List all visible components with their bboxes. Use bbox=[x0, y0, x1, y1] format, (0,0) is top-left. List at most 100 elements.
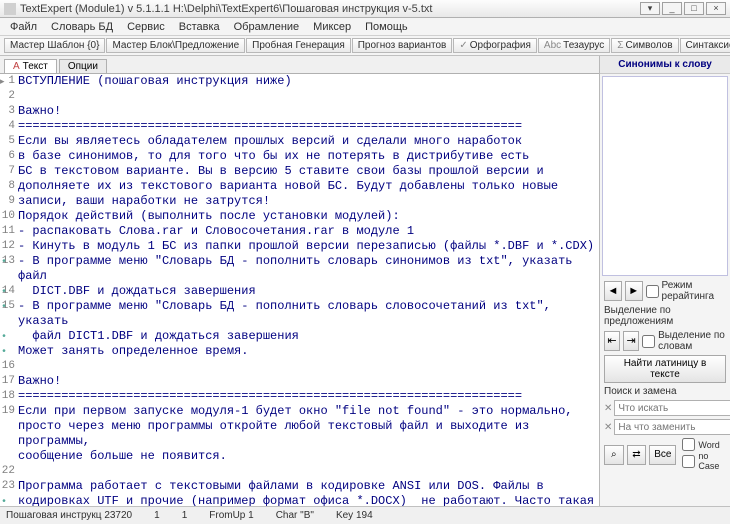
gutter: 7 bbox=[0, 164, 18, 179]
editor-line[interactable]: кодировках UTF и прочие (например формат… bbox=[0, 494, 599, 506]
editor-line[interactable]: файл DICT1.DBF и дождаться завершения bbox=[0, 329, 599, 344]
minimize-button[interactable]: _ bbox=[662, 2, 682, 15]
menu-сервис[interactable]: Сервис bbox=[121, 20, 171, 34]
sentence-next-button[interactable]: ⇥ bbox=[623, 331, 639, 351]
line-text[interactable] bbox=[18, 359, 599, 374]
toolbar: Мастер Шаблон {0}Мастер Блок\Предложение… bbox=[0, 36, 730, 56]
line-text[interactable]: DICT.DBF и дождаться завершения bbox=[18, 284, 599, 299]
editor-line[interactable]: сообщение больше не появится. bbox=[0, 449, 599, 464]
editor-line[interactable]: 8дополняете их из текстового варианта но… bbox=[0, 179, 599, 194]
menu-словарь бд[interactable]: Словарь БД bbox=[45, 20, 119, 34]
line-text[interactable]: кодировках UTF и прочие (например формат… bbox=[18, 494, 599, 506]
rewrite-mode-checkbox[interactable]: Режим рерайтинга bbox=[646, 280, 726, 302]
gutter: 8 bbox=[0, 179, 18, 194]
gutter: 19 bbox=[0, 404, 18, 419]
editor-line[interactable]: 14 DICT.DBF и дождаться завершения bbox=[0, 284, 599, 299]
editor-line[interactable]: 5Если вы являетесь обладателем прошлых в… bbox=[0, 134, 599, 149]
editor-line[interactable]: 11- распаковать Слова.rar и Словосочетан… bbox=[0, 224, 599, 239]
line-text[interactable]: - В программе меню "Словарь БД - пополни… bbox=[18, 254, 599, 284]
line-text[interactable]: в базе синонимов, то для того что бы их … bbox=[18, 149, 599, 164]
gutter: 14 bbox=[0, 284, 18, 299]
line-text[interactable] bbox=[18, 464, 599, 479]
editor-line[interactable]: 1ВСТУПЛЕНИЕ (пошаговая инструкция ниже) bbox=[0, 74, 599, 89]
clear-find-icon[interactable]: ✕ bbox=[604, 403, 612, 414]
menu-вставка[interactable]: Вставка bbox=[173, 20, 226, 34]
editor-line[interactable]: 12- Кинуть в модуль 1 БС из папки прошло… bbox=[0, 239, 599, 254]
editor-line[interactable]: 18======================================… bbox=[0, 389, 599, 404]
find-input[interactable] bbox=[614, 400, 730, 416]
editor-line[interactable]: 22 bbox=[0, 464, 599, 479]
line-text[interactable] bbox=[18, 89, 599, 104]
editor-line[interactable]: 3Важно! bbox=[0, 104, 599, 119]
tab-текст[interactable]: AТекст bbox=[4, 59, 57, 73]
menu-обрамление[interactable]: Обрамление bbox=[228, 20, 306, 34]
line-text[interactable]: - распаковать Слова.rar и Словосочетания… bbox=[18, 224, 599, 239]
toolbar-btn-2[interactable]: Пробная Генерация bbox=[246, 38, 351, 53]
toolbar-btn-1[interactable]: Мастер Блок\Предложение bbox=[106, 38, 245, 53]
line-text[interactable]: сообщение больше не появится. bbox=[18, 449, 599, 464]
editor-line[interactable]: просто через меню программы откройте люб… bbox=[0, 419, 599, 449]
toolbar-btn-3[interactable]: Прогноз вариантов bbox=[352, 38, 453, 53]
editor-line[interactable]: 2 bbox=[0, 89, 599, 104]
editor-area[interactable]: 1ВСТУПЛЕНИЕ (пошаговая инструкция ниже)2… bbox=[0, 74, 599, 506]
gutter bbox=[0, 419, 18, 449]
menu-миксер[interactable]: Миксер bbox=[307, 20, 357, 34]
line-text[interactable]: Порядок действий (выполнить после устано… bbox=[18, 209, 599, 224]
menu-файл[interactable]: Файл bbox=[4, 20, 43, 34]
editor-line[interactable]: Может занять определенное время. bbox=[0, 344, 599, 359]
dot-icon bbox=[0, 345, 11, 357]
editor-line[interactable]: 19Если при первом запуске модуля-1 будет… bbox=[0, 404, 599, 419]
line-text[interactable]: ========================================… bbox=[18, 119, 599, 134]
clear-replace-icon[interactable]: ✕ bbox=[604, 422, 612, 433]
editor-line[interactable]: 15- В программе меню "Словарь БД - попол… bbox=[0, 299, 599, 329]
line-text[interactable]: Если вы являетесь обладателем прошлых ве… bbox=[18, 134, 599, 149]
line-text[interactable]: Программа работает с текстовыми файлами … bbox=[18, 479, 599, 494]
editor-line[interactable]: 16 bbox=[0, 359, 599, 374]
whole-word-checkbox[interactable]: Word bbox=[682, 438, 726, 451]
find-latin-button[interactable]: Найти латиницу в тексте bbox=[604, 355, 726, 383]
replace-all-button[interactable]: Все bbox=[649, 445, 676, 465]
line-text[interactable]: файл DICT1.DBF и дождаться завершения bbox=[18, 329, 599, 344]
replace-action-button[interactable]: ⇄ bbox=[627, 445, 647, 465]
line-text[interactable]: Если при первом запуске модуля-1 будет о… bbox=[18, 404, 599, 419]
editor-line[interactable]: 4=======================================… bbox=[0, 119, 599, 134]
sentence-prev-button[interactable]: ⇤ bbox=[604, 331, 620, 351]
line-text[interactable]: - В программе меню "Словарь БД - пополни… bbox=[18, 299, 599, 329]
select-word-checkbox[interactable]: Выделение по словам bbox=[642, 330, 726, 352]
editor-line[interactable]: 6в базе синонимов, то для того что бы их… bbox=[0, 149, 599, 164]
prev-button[interactable]: ◄ bbox=[604, 281, 622, 301]
toolbar-btn-7[interactable]: Синтаксис { { } } bbox=[680, 38, 730, 53]
maximize-button[interactable]: □ bbox=[684, 2, 704, 15]
extra-button[interactable]: ▾ bbox=[640, 2, 660, 15]
toolbar-btn-6[interactable]: ΣСимволов bbox=[611, 38, 678, 53]
synonyms-list[interactable] bbox=[602, 76, 728, 276]
replace-input[interactable] bbox=[614, 419, 730, 435]
no-case-checkbox[interactable]: no Case bbox=[682, 451, 726, 471]
editor-line[interactable]: 9записи, ваши наработки не затрутся! bbox=[0, 194, 599, 209]
line-text[interactable]: Важно! bbox=[18, 104, 599, 119]
editor-line[interactable]: 23Программа работает с текстовыми файлам… bbox=[0, 479, 599, 494]
line-text[interactable]: Может занять определенное время. bbox=[18, 344, 599, 359]
toolbar-btn-5[interactable]: AbcТезаурус bbox=[538, 38, 610, 53]
find-action-button[interactable]: ⌕ bbox=[604, 445, 624, 465]
editor-line[interactable]: 13- В программе меню "Словарь БД - попол… bbox=[0, 254, 599, 284]
line-text[interactable]: БС в текстовом варианте. Вы в версию 5 с… bbox=[18, 164, 599, 179]
line-text[interactable]: просто через меню программы откройте люб… bbox=[18, 419, 599, 449]
line-text[interactable]: Важно! bbox=[18, 374, 599, 389]
toolbar-btn-0[interactable]: Мастер Шаблон {0} bbox=[4, 38, 105, 53]
line-text[interactable]: записи, ваши наработки не затрутся! bbox=[18, 194, 599, 209]
menu-помощь[interactable]: Помощь bbox=[359, 20, 414, 34]
next-button[interactable]: ► bbox=[625, 281, 643, 301]
editor-line[interactable]: 7БС в текстовом варианте. Вы в версию 5 … bbox=[0, 164, 599, 179]
line-text[interactable]: ВСТУПЛЕНИЕ (пошаговая инструкция ниже) bbox=[18, 74, 599, 89]
line-text[interactable]: ========================================… bbox=[18, 389, 599, 404]
toolbar-btn-4[interactable]: ✓Орфография bbox=[453, 38, 537, 53]
folder-icon bbox=[0, 75, 11, 87]
line-text[interactable]: дополняете их из текстового варианта нов… bbox=[18, 179, 599, 194]
close-button[interactable]: × bbox=[706, 2, 726, 15]
editor-line[interactable]: 10Порядок действий (выполнить после уста… bbox=[0, 209, 599, 224]
tab-опции[interactable]: Опции bbox=[59, 59, 107, 73]
editor-line[interactable]: 17Важно! bbox=[0, 374, 599, 389]
status-key: Key 194 bbox=[336, 510, 373, 521]
line-text[interactable]: - Кинуть в модуль 1 БС из папки прошлой … bbox=[18, 239, 599, 254]
